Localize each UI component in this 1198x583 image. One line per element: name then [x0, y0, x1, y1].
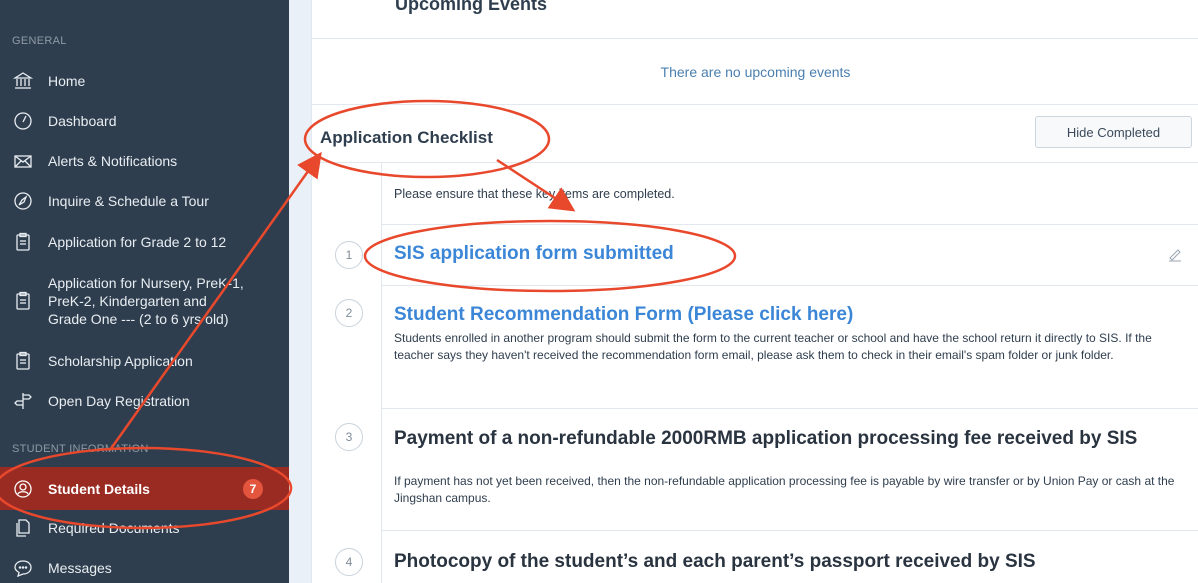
- sidebar-item-label: Scholarship Application: [48, 353, 193, 369]
- sidebar-item-label: Open Day Registration: [48, 393, 190, 409]
- step-number: 1: [335, 241, 363, 269]
- general-section-label: GENERAL: [12, 35, 67, 47]
- step-2-title-link[interactable]: Student Recommendation Form (Please clic…: [394, 304, 853, 326]
- sidebar-item-label: Home: [48, 73, 86, 89]
- divider: [381, 285, 1198, 286]
- no-events-message: There are no upcoming events: [660, 64, 851, 80]
- step-number: 2: [335, 299, 363, 327]
- compass-icon: [12, 190, 34, 212]
- step-3-description: If payment has not yet been received, th…: [394, 474, 1175, 505]
- step-2-description: Students enrolled in another program sho…: [394, 331, 1152, 362]
- divider: [312, 38, 1198, 39]
- hide-completed-button[interactable]: Hide Completed: [1035, 116, 1192, 148]
- divider: [381, 408, 1198, 409]
- sidebar-item-label: Student Details: [48, 480, 150, 497]
- sidebar-item-alerts[interactable]: Alerts & Notifications: [0, 149, 289, 173]
- sidebar-item-home[interactable]: Home: [0, 69, 289, 93]
- sidebar-item-label: Application for Nursery, PreK-1, PreK-2,…: [48, 275, 244, 327]
- sidebar-item-label: Inquire & Schedule a Tour: [48, 193, 209, 209]
- application-checklist-title: Application Checklist: [320, 128, 493, 147]
- timeline-line: [381, 162, 382, 583]
- divider: [312, 104, 1198, 105]
- speedometer-icon: [12, 110, 34, 132]
- sidebar-item-open-day[interactable]: Open Day Registration: [0, 389, 289, 413]
- pencil-icon[interactable]: [1167, 246, 1183, 262]
- divider: [312, 162, 1198, 163]
- sidebar-item-required-documents[interactable]: Required Documents: [0, 516, 289, 540]
- sidebar-item-application-grade-2-12[interactable]: Application for Grade 2 to 12: [0, 230, 289, 254]
- sidebar-item-label: Alerts & Notifications: [48, 153, 178, 169]
- checklist-instructions: Please ensure that these key items are c…: [394, 187, 675, 201]
- sidebar-item-label: Messages: [48, 560, 112, 576]
- notification-badge: 7: [243, 478, 263, 499]
- step-number: 4: [335, 548, 363, 576]
- sidebar-item-application-nursery[interactable]: Application for Nursery, PreK-1, PreK-2,…: [0, 272, 289, 330]
- upcoming-events-title: Upcoming Events: [395, 0, 548, 14]
- chat-icon: [12, 557, 34, 579]
- sidebar-item-inquire[interactable]: Inquire & Schedule a Tour: [0, 189, 289, 213]
- step-4-title: Photocopy of the student’s and each pare…: [394, 551, 1036, 572]
- step-3-title: Payment of a non-refundable 2000RMB appl…: [394, 428, 1138, 449]
- sidebar-item-label: Application for Grade 2 to 12: [48, 234, 227, 250]
- sidebar-item-student-details[interactable]: Student Details 7: [0, 467, 289, 510]
- gutter: [289, 0, 311, 583]
- step-1-title-link[interactable]: SIS application form submitted: [394, 243, 674, 265]
- clipboard-icon: [12, 290, 34, 312]
- divider: [381, 530, 1198, 531]
- sidebar: GENERAL Home Dashboard Alerts & Notifica…: [0, 0, 289, 583]
- sidebar-item-scholarship[interactable]: Scholarship Application: [0, 349, 289, 373]
- sidebar-item-label: Required Documents: [48, 520, 180, 536]
- sidebar-item-dashboard[interactable]: Dashboard: [0, 109, 289, 133]
- sidebar-item-label: Dashboard: [48, 113, 117, 129]
- student-info-section-label: STUDENT INFORMATION: [12, 443, 149, 455]
- documents-icon: [12, 517, 34, 539]
- bank-icon: [12, 70, 34, 92]
- clipboard-icon: [12, 350, 34, 372]
- divider: [381, 224, 1198, 225]
- envelope-icon: [12, 150, 34, 172]
- main-panel: Upcoming Events There are no upcoming ev…: [311, 0, 1198, 583]
- signpost-icon: [12, 390, 34, 412]
- clipboard-icon: [12, 231, 34, 253]
- user-circle-icon: [12, 478, 34, 500]
- step-number: 3: [335, 423, 363, 451]
- sidebar-item-messages[interactable]: Messages: [0, 556, 289, 580]
